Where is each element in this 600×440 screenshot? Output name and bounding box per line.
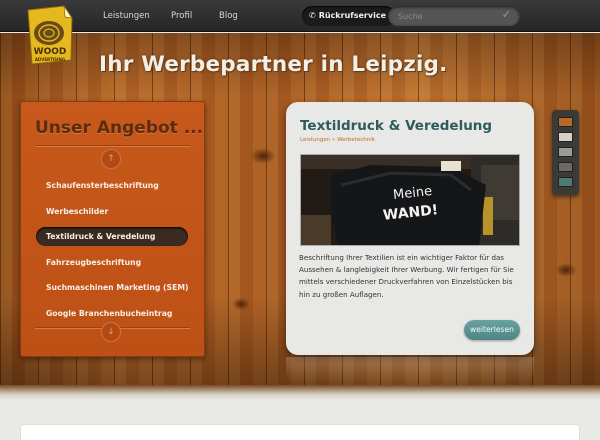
nav-link-blog[interactable]: Blog xyxy=(219,0,238,32)
nav-link-leistungen[interactable]: Leistungen xyxy=(103,0,150,32)
price-tag xyxy=(441,161,461,171)
scroll-up-button[interactable]: ↑ xyxy=(101,149,121,169)
textile-print-photo: Meine WAND! xyxy=(300,154,520,246)
offer-sidebar: Unser Angebot ... ↑ Schaufensterbeschrif… xyxy=(20,101,205,357)
sidebar-item-schaufensterbeschriftung[interactable]: Schaufensterbeschriftung xyxy=(36,176,188,195)
scroll-down-button[interactable]: ↓ xyxy=(101,322,121,342)
sidebar-item-sem[interactable]: Suchmaschinen Marketing (SEM) xyxy=(36,278,189,297)
sidebar-item-textildruck[interactable]: Textildruck & Veredelung xyxy=(36,227,188,246)
color-theme-switcher xyxy=(552,110,579,195)
logo-badge: WOOD ADVERTISING xyxy=(27,5,73,65)
swatch-wood[interactable] xyxy=(558,117,573,127)
search-input[interactable] xyxy=(398,9,494,23)
nav-link-profil[interactable]: Profil xyxy=(171,0,192,32)
sidebar-title: Unser Angebot ... xyxy=(35,118,204,138)
sidebar-item-google-branchenbuch[interactable]: Google Branchenbucheintrag xyxy=(36,304,188,323)
content-box-top xyxy=(20,424,580,440)
card-reflection xyxy=(286,357,534,383)
logo-subword: ADVERTISING xyxy=(35,57,65,62)
wood-advertising-logo[interactable]: WOOD ADVERTISING xyxy=(24,4,76,68)
callback-service-button[interactable]: ✆ Rückrufservice xyxy=(302,6,395,26)
phone-icon: ✆ xyxy=(309,11,316,20)
card-title: Textildruck & Veredelung xyxy=(300,118,493,134)
swatch-dark[interactable] xyxy=(558,162,573,172)
sidebar-item-werbeschilder[interactable]: Werbeschilder xyxy=(36,202,188,221)
wood-bottom-edge xyxy=(0,385,600,401)
checkmark-icon[interactable]: ✓ xyxy=(502,8,511,21)
page-headline: Ihr Werbepartner in Leipzig. xyxy=(99,52,448,77)
card-description: Beschriftung Ihrer Textilien ist ein wic… xyxy=(299,253,514,299)
read-more-button[interactable]: weiterlesen xyxy=(464,320,520,340)
wood-knot xyxy=(250,148,276,164)
content-card: Textildruck & Veredelung Leistungen » We… xyxy=(286,102,534,355)
breadcrumb[interactable]: Leistungen » Werbetechnik xyxy=(300,137,375,143)
callback-service-label: Rückrufservice xyxy=(318,11,386,20)
wood-knot xyxy=(232,298,250,310)
search-box: ✓ xyxy=(388,6,520,26)
divider xyxy=(35,145,190,147)
wood-knot xyxy=(555,263,577,277)
logo-word: WOOD xyxy=(34,47,67,57)
photo-illustration: Meine WAND! xyxy=(301,155,519,245)
sidebar-item-fahrzeugbeschriftung[interactable]: Fahrzeugbeschriftung xyxy=(36,253,188,272)
swatch-teal[interactable] xyxy=(558,177,573,187)
top-navigation-bar: Leistungen Profil Blog ✆Rückrufservice ✓ xyxy=(0,0,600,32)
swatch-grey[interactable] xyxy=(558,147,573,157)
swatch-light[interactable] xyxy=(558,132,573,142)
